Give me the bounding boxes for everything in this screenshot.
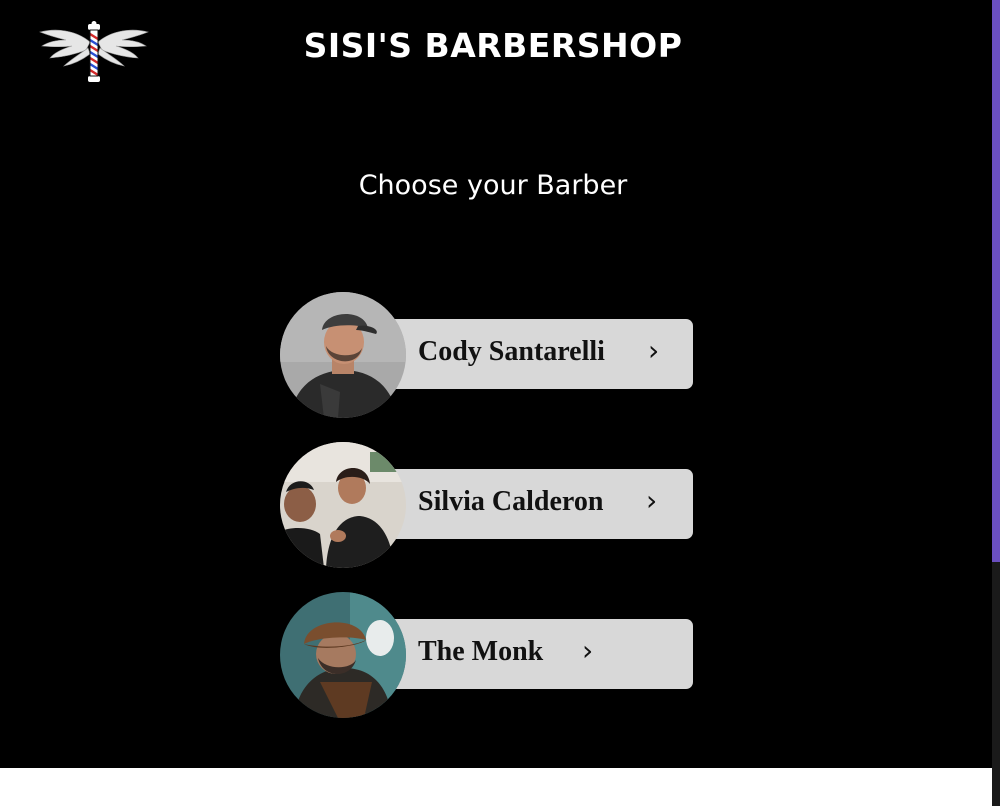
barber-name: The Monk [418, 636, 544, 667]
barber-card-the-monk[interactable]: The Monk › [280, 592, 694, 718]
chevron-right-icon: › [582, 634, 594, 667]
barber-name: Silvia Calderon [418, 486, 604, 517]
scrollbar-thumb[interactable] [992, 0, 1000, 562]
the-monk-photo [280, 592, 406, 718]
silvia-calderon-photo [280, 442, 406, 568]
barber-card-cody-santarelli[interactable]: Cody Santarelli › [280, 292, 694, 418]
barber-name: Cody Santarelli [418, 336, 605, 367]
chevron-right-icon: › [646, 484, 658, 517]
barber-card-silvia-calderon[interactable]: Silvia Calderon › [280, 442, 694, 568]
footer-area [0, 768, 992, 806]
chevron-right-icon: › [648, 334, 660, 367]
choose-barber-heading: Choose your Barber [358, 170, 628, 201]
site-title: SISI'S BARBERSHOP [303, 26, 683, 65]
cody-santarelli-photo [280, 292, 406, 418]
page-background: SISI'S BARBERSHOP Choose your Barber Cod… [0, 0, 992, 768]
